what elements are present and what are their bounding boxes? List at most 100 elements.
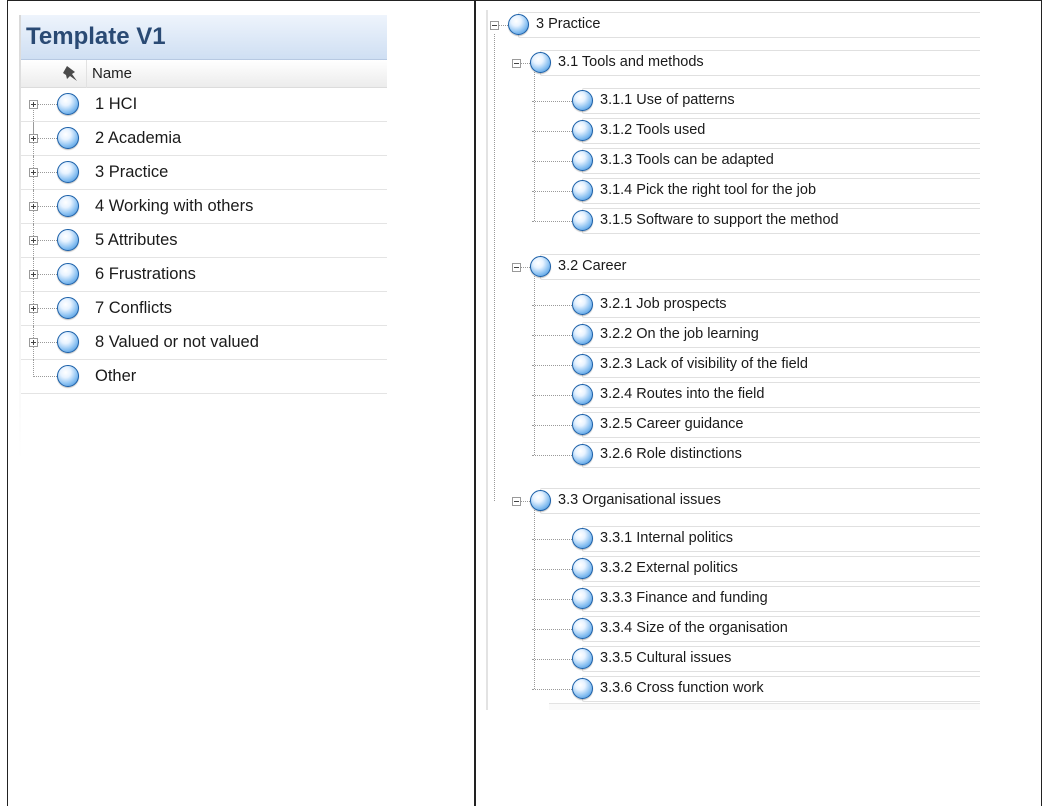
node-label: 2 Academia	[95, 129, 182, 147]
tree-row-2-academia[interactable]: 2 Academia	[19, 122, 387, 156]
node-orb-icon	[57, 127, 79, 149]
node-label: Other	[95, 367, 137, 385]
tree-connector-line	[532, 221, 572, 222]
template-tree: 1 HCI 2 Academia 3 Practice 4 Working with …	[19, 88, 387, 394]
node-label: 3.1.5 Software to support the method	[600, 212, 839, 228]
tree-row-7-conflicts[interactable]: 7 Conflicts	[19, 292, 387, 326]
node-orb-icon	[572, 678, 593, 699]
tree-connector-line	[532, 335, 572, 336]
tree-row-8-valued-or-not-valued[interactable]: 8 Valued or not valued	[19, 326, 387, 360]
node-label: 3.3.6 Cross function work	[600, 680, 764, 696]
node-orb-icon	[572, 618, 593, 639]
node-label: 3.2 Career	[558, 258, 627, 274]
tree-row-4-working-with-others[interactable]: 4 Working with others	[19, 190, 387, 224]
node-orb-icon	[572, 210, 593, 231]
node-orb-icon	[530, 490, 551, 511]
template-panel: Template V1 Name 1 HCI 2 Academia 3 Practi…	[19, 15, 387, 460]
collapse-toggle-icon[interactable]	[512, 497, 521, 506]
collapse-toggle-icon[interactable]	[512, 59, 521, 68]
node-label: 3.2.6 Role distinctions	[600, 446, 742, 462]
tree-connector-line	[532, 539, 572, 540]
tree-connector-line	[499, 25, 508, 26]
expand-toggle-icon[interactable]	[29, 168, 38, 177]
subnode-3-3-5-cultural-issues[interactable]: 3.3.5 Cultural issues	[486, 644, 980, 674]
tree-connector-line	[532, 599, 572, 600]
subnode-3-2-6-role-distinctions[interactable]: 3.2.6 Role distinctions	[486, 440, 980, 470]
tree-connector-line	[532, 305, 572, 306]
subnode-3-2-2-on-the-job-learning[interactable]: 3.2.2 On the job learning	[486, 320, 980, 350]
group-3-1-tools-and-methods[interactable]: 3.1 Tools and methods	[486, 48, 980, 78]
tree-connector-line	[532, 629, 572, 630]
node-orb-icon	[572, 324, 593, 345]
node-label: 1 HCI	[95, 95, 138, 113]
group-3-2-career[interactable]: 3.2 Career	[486, 252, 980, 282]
tree-connector-line	[532, 365, 572, 366]
subnode-3-3-6-cross-function-work[interactable]: 3.3.6 Cross function work	[486, 674, 980, 704]
node-label: 4 Working with others	[95, 197, 254, 215]
tree-connector-line	[534, 72, 535, 221]
node-label: 3.1.3 Tools can be adapted	[600, 152, 774, 168]
node-orb-icon	[57, 161, 79, 183]
subnode-3-2-1-job-prospects[interactable]: 3.2.1 Job prospects	[486, 290, 980, 320]
node-orb-icon	[57, 93, 79, 115]
tree-connector-line	[532, 191, 572, 192]
subnode-3-2-3-lack-of-visibility-of-the-field[interactable]: 3.2.3 Lack of visibility of the field	[486, 350, 980, 380]
tree-row-3-practice[interactable]: 3 Practice	[19, 156, 387, 190]
node-orb-icon	[57, 331, 79, 353]
subnode-3-1-2-tools-used[interactable]: 3.1.2 Tools used	[486, 116, 980, 146]
node-orb-icon	[572, 414, 593, 435]
expand-toggle-icon[interactable]	[29, 270, 38, 279]
node-label: 3.3.1 Internal politics	[600, 530, 733, 546]
subnode-3-1-4-pick-the-right-tool-for-the-job[interactable]: 3.1.4 Pick the right tool for the job	[486, 176, 980, 206]
collapse-toggle-icon[interactable]	[490, 21, 499, 30]
root-3-practice[interactable]: 3 Practice	[486, 10, 980, 40]
subnode-3-1-3-tools-can-be-adapted[interactable]: 3.1.3 Tools can be adapted	[486, 146, 980, 176]
node-orb-icon	[530, 256, 551, 277]
tree-connector-line	[532, 569, 572, 570]
panel-bottom-edge	[549, 703, 980, 710]
node-label: 3.1.2 Tools used	[600, 122, 706, 138]
node-label: 3.2.5 Career guidance	[600, 416, 744, 432]
subnode-3-3-1-internal-politics[interactable]: 3.3.1 Internal politics	[486, 524, 980, 554]
subnode-3-2-5-career-guidance[interactable]: 3.2.5 Career guidance	[486, 410, 980, 440]
node-label: 3.1 Tools and methods	[558, 54, 704, 70]
tree-connector-line	[532, 455, 572, 456]
table-column-divider	[474, 0, 476, 806]
column-separator	[86, 60, 87, 88]
subnode-3-3-4-size-of-the-organisation[interactable]: 3.3.4 Size of the organisation	[486, 614, 980, 644]
tree-connector-line	[532, 161, 572, 162]
node-label: 8 Valued or not valued	[95, 333, 259, 351]
group-3-3-organisational-issues[interactable]: 3.3 Organisational issues	[486, 486, 980, 516]
tree-connector-line	[532, 425, 572, 426]
subnode-3-2-4-routes-into-the-field[interactable]: 3.2.4 Routes into the field	[486, 380, 980, 410]
node-orb-icon	[572, 648, 593, 669]
node-label: 3.3.4 Size of the organisation	[600, 620, 788, 636]
pin-icon[interactable]	[61, 64, 81, 84]
expand-toggle-icon[interactable]	[29, 338, 38, 347]
tree-connector-line	[532, 101, 572, 102]
name-column-header[interactable]: Name	[19, 60, 387, 88]
expand-toggle-icon[interactable]	[29, 100, 38, 109]
node-orb-icon	[572, 294, 593, 315]
node-label: 3.3 Organisational issues	[558, 492, 721, 508]
subnode-3-1-1-use-of-patterns[interactable]: 3.1.1 Use of patterns	[486, 86, 980, 116]
expand-toggle-icon[interactable]	[29, 134, 38, 143]
tree-connector-line	[521, 267, 530, 268]
subnode-3-3-3-finance-and-funding[interactable]: 3.3.3 Finance and funding	[486, 584, 980, 614]
node-label: 3.2.4 Routes into the field	[600, 386, 765, 402]
expand-toggle-icon[interactable]	[29, 236, 38, 245]
node-orb-icon	[572, 444, 593, 465]
tree-row-5-attributes[interactable]: 5 Attributes	[19, 224, 387, 258]
tree-row-6-frustrations[interactable]: 6 Frustrations	[19, 258, 387, 292]
subnode-3-3-2-external-politics[interactable]: 3.3.2 External politics	[486, 554, 980, 584]
node-orb-icon	[57, 263, 79, 285]
tree-row-1-hci[interactable]: 1 HCI	[19, 88, 387, 139]
subnode-3-1-5-software-to-support-the-method[interactable]: 3.1.5 Software to support the method	[486, 206, 980, 236]
node-label: 3.3.5 Cultural issues	[600, 650, 732, 666]
expand-toggle-icon[interactable]	[29, 202, 38, 211]
expand-toggle-icon[interactable]	[29, 304, 38, 313]
tree-connector-line	[33, 360, 34, 377]
collapse-toggle-icon[interactable]	[512, 263, 521, 272]
node-label: 3.2.3 Lack of visibility of the field	[600, 356, 808, 372]
tree-row-other[interactable]: Other	[19, 360, 387, 394]
